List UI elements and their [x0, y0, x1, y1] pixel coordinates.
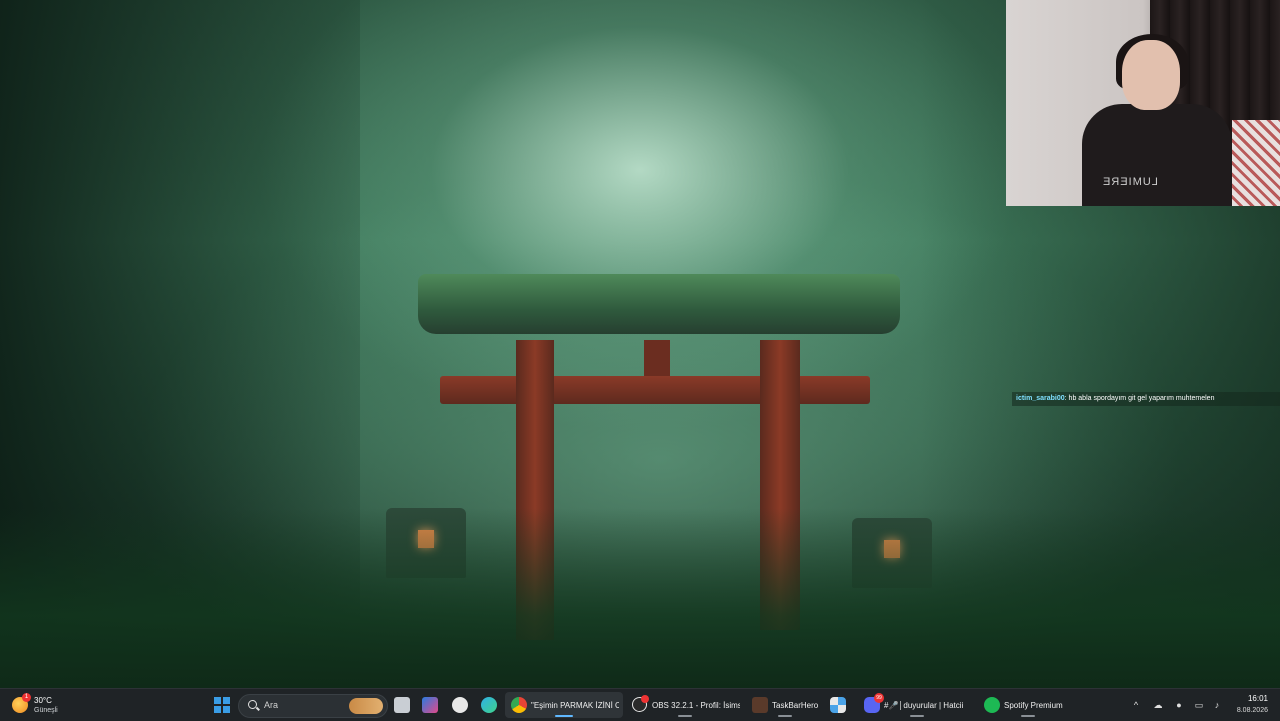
task-view-icon[interactable]	[394, 697, 410, 713]
webcam-shirt-text: LUMIERE	[1102, 176, 1158, 188]
chatgpt-icon[interactable]	[452, 697, 468, 713]
forest-ground	[0, 508, 1280, 688]
obs-recording-badge	[641, 695, 649, 703]
onedrive-icon[interactable]: ☁	[1150, 697, 1166, 713]
search-icon	[248, 700, 257, 709]
torii-gate-roof	[418, 274, 900, 334]
taskbar-app-label: "Eşimin PARMAK İZİNİ C	[531, 701, 619, 710]
webcam-overlay: LUMIERE	[1006, 0, 1280, 206]
chevron-up-icon[interactable]: ^	[1130, 697, 1142, 713]
weather-badge: 1	[22, 693, 31, 702]
clock-time: 16:01	[1247, 694, 1268, 703]
webcam-bed	[1232, 120, 1280, 206]
display-icon[interactable]: ▭	[1192, 697, 1206, 713]
chat-username: ictim_sarabi00	[1016, 395, 1065, 402]
taskbar-app-label: TaskBarHero	[772, 701, 819, 710]
stream-chat-message: ictim_sarabi00: hb abla spordayım git ge…	[1012, 392, 1280, 406]
taskbar-app-label: #🎤│duyurular | Hatcii	[884, 701, 964, 710]
weather-temperature: 30°C	[34, 696, 52, 705]
weather-widget[interactable]: 1 30°C Güneşli	[12, 693, 84, 717]
taskbar-app-spotify[interactable]: Spotify Premium	[978, 692, 1078, 718]
search-placeholder: Ara	[264, 700, 279, 710]
torii-gate-center-post	[644, 340, 670, 380]
weather-condition: Güneşli	[34, 707, 58, 714]
taskbar-app-discord[interactable]: 99 #🎤│duyurular | Hatcii	[858, 692, 976, 718]
system-clock[interactable]: 16:01 8.08.2026	[1208, 693, 1268, 717]
taskbar-app-label: Spotify Premium	[1004, 701, 1063, 710]
microphone-icon[interactable]: ●	[1172, 697, 1186, 713]
pinned-app-icon[interactable]	[830, 697, 846, 713]
taskbar-app-chrome[interactable]: "Eşimin PARMAK İZİNİ C	[505, 692, 623, 718]
discord-badge: 99	[874, 693, 884, 703]
chrome-icon	[511, 697, 527, 713]
edge-icon[interactable]	[481, 697, 497, 713]
chat-text: : hb abla spordayım git gel yaparım muht…	[1064, 395, 1215, 402]
taskbar-app-taskbarhero[interactable]: TaskBarHero	[746, 692, 824, 718]
taskbar-search[interactable]: Ara	[238, 694, 388, 718]
search-highlight-image	[349, 698, 383, 714]
spotify-icon	[984, 697, 1000, 713]
torii-gate-beam	[440, 376, 870, 404]
taskbar-app-obs[interactable]: OBS 32.2.1 - Profil: İsimsi	[626, 692, 744, 718]
clock-date: 8.08.2026	[1236, 707, 1268, 714]
taskbar-app-label: OBS 32.2.1 - Profil: İsimsi	[652, 701, 740, 710]
microsoft-store-icon[interactable]	[422, 697, 438, 713]
taskbar: 1 30°C Güneşli Ara "Eşimin PARMAK İZİNİ …	[0, 688, 1280, 721]
start-button[interactable]	[214, 697, 230, 713]
taskbarhero-icon	[752, 697, 768, 713]
